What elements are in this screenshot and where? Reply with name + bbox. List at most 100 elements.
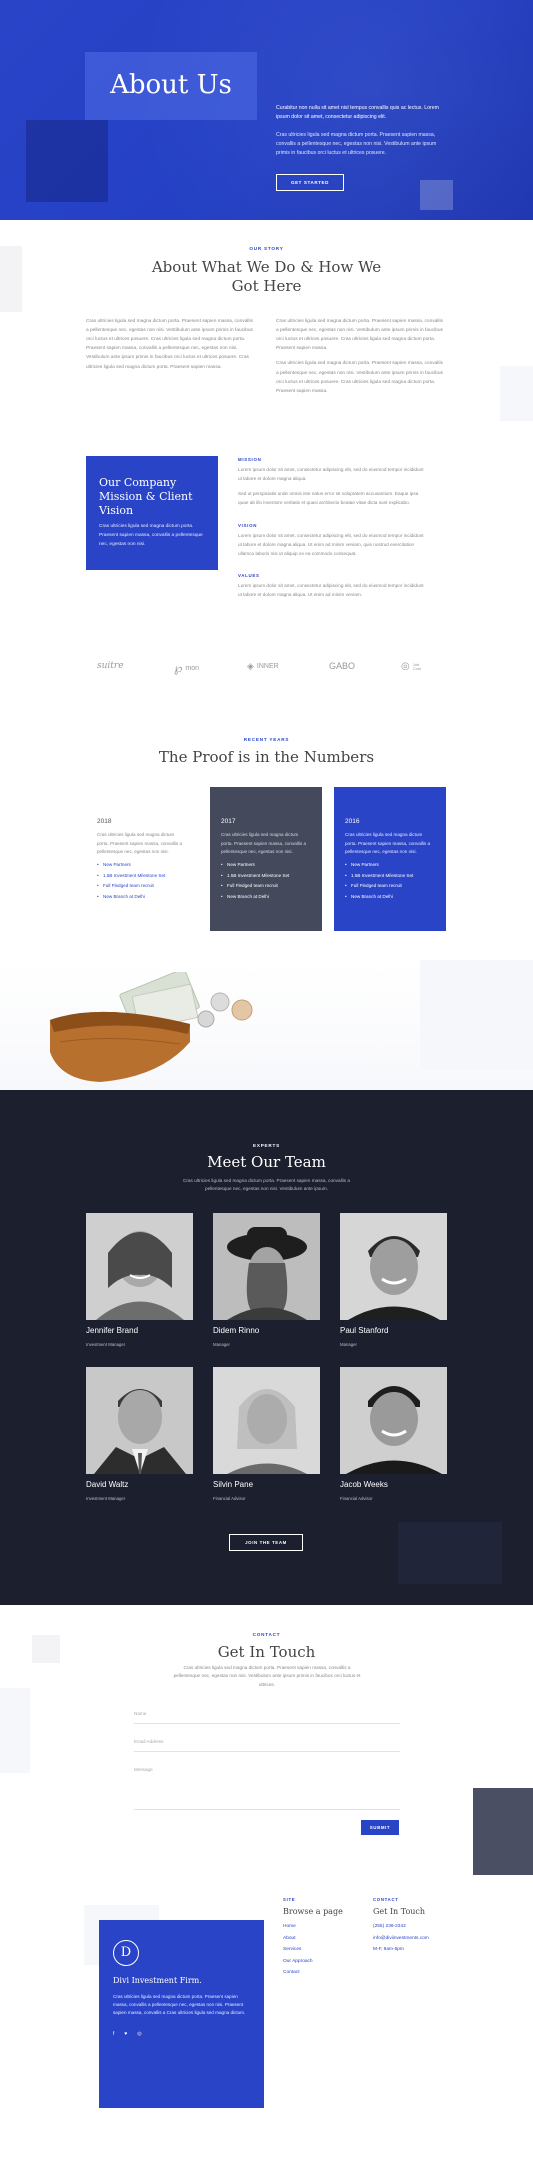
name-field[interactable]: Name	[134, 1710, 400, 1725]
decor-square	[398, 1522, 502, 1584]
email-field[interactable]: Email Address	[134, 1738, 400, 1753]
team-photo	[213, 1367, 320, 1474]
message-field[interactable]: Message	[134, 1766, 400, 1810]
contact-subtitle: Cras ultricies ligula sed magna dictum p…	[173, 1665, 361, 1687]
team-member-role: Financial Advisor	[340, 1496, 373, 1501]
team-heading: Meet Our Team	[207, 1153, 326, 1171]
firm-name: Divi Investment Firm.	[113, 1976, 202, 1985]
footer-link-approach[interactable]: Our Approach	[283, 1956, 313, 1968]
team-member-role: Manager	[340, 1342, 357, 1347]
story-column-left: Cras ultricies ligula sed magna dictum p…	[86, 319, 253, 370]
footer-email[interactable]: info@diviinvestments.com	[373, 1933, 429, 1945]
decor-square	[0, 1688, 30, 1773]
mission-card-text: Cras ultricies ligula sed magna dictum p…	[99, 524, 203, 547]
milestone-item: New Branch at Delhi	[221, 892, 311, 903]
contact-label: CONTACT	[373, 1897, 399, 1902]
year-text: Cras ultricies ligula sed magna dictum p…	[345, 832, 431, 854]
team-member-role: Manager	[213, 1342, 230, 1347]
milestone-item: New Partners	[97, 860, 187, 871]
team-member-role: Investment Manager	[86, 1342, 126, 1347]
join-team-button[interactable]: JOIN THE TEAM	[229, 1534, 303, 1551]
client-logo-1: suitre	[97, 659, 124, 673]
mission-card: Our Company Mission & Client Vision Cras…	[86, 456, 218, 570]
footer-hours: M-F, 8am-5pm	[373, 1947, 404, 1952]
get-started-button[interactable]: GET STARTED	[276, 174, 344, 191]
team-eyebrow: EXPERTS	[252, 1143, 281, 1148]
decor-square	[500, 366, 533, 421]
team-member-name: David Waltz	[86, 1480, 129, 1489]
logo-p-icon: ℘	[174, 661, 183, 675]
year-card-2016: 2016 Cras ultricies ligula sed magna dic…	[334, 787, 446, 931]
client-logo-5: ◎ Job Core	[401, 659, 425, 675]
year-text: Cras ultricies ligula sed magna dictum p…	[221, 832, 307, 854]
story-paragraph: Cras ultricies ligula sed magna dictum p…	[276, 319, 443, 352]
team-photo	[86, 1213, 193, 1320]
logo-text: INNER	[256, 662, 279, 670]
year-text: Cras ultricies ligula sed magna dictum p…	[97, 832, 183, 854]
logo-text: Job Core	[412, 661, 422, 671]
decor-square	[0, 246, 22, 312]
submit-button[interactable]: SUBMIT	[361, 1820, 399, 1835]
diamond-icon: ◈	[247, 661, 254, 671]
team-photo	[86, 1367, 193, 1474]
wallet-coins-image	[50, 972, 253, 1082]
values-text: Lorem ipsum dolor sit amet, consectetur …	[238, 583, 424, 597]
decor-dark-square	[473, 1788, 533, 1875]
site-title: Browse a page	[283, 1907, 343, 1916]
year-label: 2018	[97, 818, 112, 825]
vision-text: Lorem ipsum dolor sit amet, consectetur …	[238, 533, 424, 556]
milestone-item: 1.5B Investment Milestone Set	[221, 871, 311, 882]
footer-description: Cras ultricies ligula sed magna dictum p…	[113, 1993, 246, 2016]
milestone-item: Full Fledged team recruit	[221, 881, 311, 892]
instagram-icon[interactable]: ◎	[137, 2030, 141, 2038]
milestone-item: 1.5B Investment Milestone Set	[97, 871, 187, 882]
mission-text: Lorem ipsum dolor sit amet, consectetur …	[238, 467, 424, 481]
team-subtitle: Cras ultricies ligula sed magna dictum p…	[182, 1178, 350, 1192]
milestone-list: New Partners 1.5B Investment Milestone S…	[345, 860, 435, 902]
year-card-2017: 2017 Cras ultricies ligula sed magna dic…	[210, 787, 322, 931]
year-card-2018: 2018 Cras ultricies ligula sed magna dic…	[86, 787, 198, 931]
team-member-name: Paul Stanford	[340, 1326, 389, 1335]
contact-heading: Get In Touch	[217, 1643, 316, 1661]
team-member-name: Silvin Pane	[213, 1480, 254, 1489]
numbers-eyebrow: RECENT YEARS	[243, 737, 290, 742]
decor-square	[420, 960, 533, 1070]
year-label: 2016	[345, 818, 360, 825]
footer-contact-info: (255) 236-2342 info@diviinvestments.com …	[373, 1921, 429, 1956]
story-column-right: Cras ultricies ligula sed magna dictum p…	[276, 317, 446, 396]
logo-text: GABO	[329, 661, 356, 671]
team-member-role: Financial Advisor	[213, 1496, 246, 1501]
story-paragraph: Cras ultricies ligula sed magna dictum p…	[276, 361, 443, 394]
mission-label: MISSION	[238, 457, 262, 462]
story-heading: About What We Do & How We Got Here	[151, 258, 382, 295]
hero-section: About Us Curabitur non nulla sit amet ni…	[0, 0, 533, 220]
logo-text: suitre	[97, 661, 124, 671]
footer-nav: Home About Services Our Approach Contact	[283, 1921, 313, 1979]
team-photo	[340, 1367, 447, 1474]
client-logo-4: GABO	[329, 659, 355, 673]
footer-link-about[interactable]: About	[283, 1933, 313, 1945]
footer-contact-title: Get In Touch	[373, 1907, 426, 1916]
milestone-item: New Partners	[345, 860, 435, 871]
milestone-item: 1.5B Investment Milestone Set	[345, 871, 435, 882]
milestone-item: Full Fledged team recruit	[345, 881, 435, 892]
client-logo-2: ℘ mon	[174, 659, 199, 678]
footer-brand-card: D Divi Investment Firm. Cras ultricies l…	[99, 1920, 264, 2108]
story-eyebrow: OUR STORY	[249, 246, 284, 251]
twitter-icon[interactable]: ♥	[124, 2030, 127, 2038]
team-photo	[213, 1213, 320, 1320]
contact-eyebrow: CONTACT	[252, 1632, 281, 1637]
footer-link-home[interactable]: Home	[283, 1921, 313, 1933]
milestone-item: Full Fledged team recruit	[97, 881, 187, 892]
footer-link-services[interactable]: Services	[283, 1944, 313, 1956]
facebook-icon[interactable]: f	[113, 2030, 114, 2038]
year-label: 2017	[221, 818, 236, 825]
vision-label: VISION	[238, 523, 258, 528]
ring-icon: ◎	[401, 661, 410, 672]
footer-phone[interactable]: (255) 236-2342	[373, 1921, 429, 1933]
footer-link-contact[interactable]: Contact	[283, 1967, 313, 1979]
logo-text: mon	[185, 665, 199, 672]
hero-body: Cras ultricies ligula sed magna dictum p…	[276, 132, 437, 156]
hero-intro: Curabitur non nulla sit amet nisl tempus…	[276, 105, 439, 120]
milestone-item: New Branch at Delhi	[97, 892, 187, 903]
